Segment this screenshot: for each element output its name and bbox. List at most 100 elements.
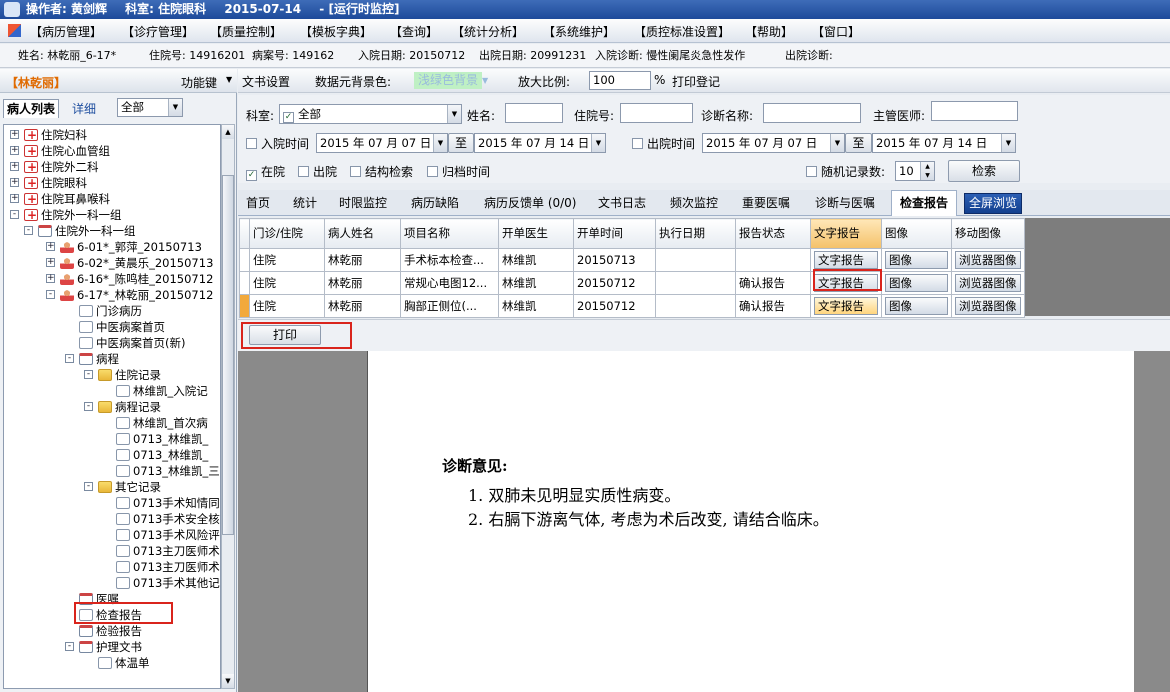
col-report-status[interactable]: 报告状态 — [735, 218, 811, 249]
random-count-check-icon[interactable] — [806, 166, 817, 177]
expand-icon[interactable]: + — [46, 274, 55, 283]
discharged-checkbox[interactable]: 出院 — [298, 163, 337, 180]
menu-window[interactable]: 【窗口】 — [812, 23, 860, 40]
spinner-arrows-icon[interactable]: ▲ ▼ — [920, 162, 934, 180]
table-row[interactable]: 住院 林乾丽 手术标本检查... 林维凯 20150713 文字报告 图像 浏览… — [239, 248, 1025, 272]
expand-icon[interactable]: + — [10, 162, 19, 171]
scope-dropdown-icon[interactable]: ▼ — [168, 99, 182, 116]
browser-image-button[interactable]: 浏览器图像 — [955, 251, 1021, 269]
tab-time-monitor[interactable]: 时限监控 — [339, 194, 387, 211]
expand-icon[interactable]: + — [10, 178, 19, 187]
search-button[interactable]: 检索 — [948, 160, 1020, 182]
table-row[interactable]: 住院 林乾丽 常规心电图12... 林维凯 20150712 确认报告 文字报告… — [239, 271, 1025, 295]
tree-node[interactable]: 住院外二科 — [24, 159, 99, 175]
collapse-icon[interactable]: - — [65, 354, 74, 363]
tree-node[interactable]: 林维凯_入院记 — [116, 383, 208, 399]
scroll-up-icon[interactable]: ▲ — [222, 125, 234, 139]
tree-node[interactable]: 病程 — [79, 351, 119, 367]
menu-system-maintenance[interactable]: 【系统维护】 — [543, 23, 615, 40]
struct-search-check-icon[interactable] — [350, 166, 361, 177]
tree-node[interactable]: 住院眼科 — [24, 175, 87, 191]
tree-node[interactable]: 0713主刀医师术 — [116, 559, 220, 575]
text-report-button[interactable]: 文字报告 — [814, 251, 878, 269]
admit-date-to[interactable]: 2015 年 07 月 14 日 ▼ — [474, 133, 606, 153]
menu-record-management[interactable]: 【病历管理】 — [30, 23, 102, 40]
print-register-button[interactable]: 打印登记 — [672, 73, 720, 90]
tab-frequency-monitor[interactable]: 频次监控 — [670, 194, 718, 211]
image-button[interactable]: 图像 — [885, 297, 948, 315]
tree-node[interactable]: 林维凯_首次病 — [116, 415, 208, 431]
menu-statistics[interactable]: 【统计分析】 — [452, 23, 524, 40]
collapse-icon[interactable]: - — [10, 210, 19, 219]
tree-node[interactable]: 0713_林维凯_ — [116, 431, 208, 447]
tree-node[interactable]: 6-01*_郭萍_20150713 — [60, 239, 202, 255]
col-ordering-doctor[interactable]: 开单医生 — [498, 218, 574, 249]
tree-node[interactable]: 病程记录 — [98, 399, 161, 415]
diagnosis-input[interactable] — [763, 103, 861, 123]
report-viewer[interactable]: 诊断意见: 1. 双肺未见明显实质性病变。 2. 右膈下游离气体, 考虑为术后改… — [238, 351, 1170, 692]
tree-node[interactable]: 检验报告 — [79, 623, 142, 639]
tab-document-log[interactable]: 文书日志 — [598, 194, 646, 211]
discharge-time-check-icon[interactable] — [632, 138, 643, 149]
tree-node[interactable]: 0713主刀医师术 — [116, 543, 220, 559]
col-visit-type[interactable]: 门诊/住院 — [249, 218, 325, 249]
table-row-selected[interactable]: 住院 林乾丽 胸部正侧位(... 林维凯 20150712 确认报告 文字报告 … — [239, 294, 1025, 318]
tab-statistics[interactable]: 统计 — [293, 194, 317, 211]
discharge-date-from[interactable]: 2015 年 07 月 07 日 ▼ — [702, 133, 845, 153]
tree-node[interactable]: 中医病案首页(新) — [79, 335, 185, 351]
menu-qc-standard[interactable]: 【质控标准设置】 — [634, 23, 730, 40]
tree-node[interactable]: 住院记录 — [98, 367, 161, 383]
admit-date-to-dropdown-icon[interactable]: ▼ — [591, 134, 605, 152]
col-order-time[interactable]: 开单时间 — [573, 218, 656, 249]
dept-select[interactable]: ✓ 全部 ▼ — [279, 104, 462, 124]
text-report-button[interactable]: 文字报告 — [814, 297, 878, 315]
expand-icon[interactable]: + — [10, 146, 19, 155]
archive-time-check-icon[interactable] — [427, 166, 438, 177]
dept-checkbox[interactable]: ✓ — [283, 112, 294, 123]
tree-node[interactable]: 中医病案首页 — [79, 319, 165, 335]
browser-image-button[interactable]: 浏览器图像 — [955, 274, 1021, 292]
discharge-date-to-dropdown-icon[interactable]: ▼ — [1001, 134, 1015, 152]
function-key-chevron-icon[interactable]: ▼ — [226, 75, 232, 84]
fullscreen-browse-button[interactable]: 全屏浏览 — [964, 193, 1023, 214]
in-hospital-checkbox[interactable]: ✓ 在院 — [246, 163, 285, 181]
col-mobile-image[interactable]: 移动图像 — [951, 218, 1025, 249]
expand-icon[interactable]: + — [10, 130, 19, 139]
tree-node[interactable]: 0713_林维凯_三 — [116, 463, 220, 479]
doc-settings-button[interactable]: 文书设置 — [242, 73, 290, 90]
struct-search-checkbox[interactable]: 结构检索 — [350, 163, 413, 180]
discharge-date-from-dropdown-icon[interactable]: ▼ — [830, 134, 844, 152]
tree-node[interactable]: 0713手术知情同 — [116, 495, 220, 511]
admit-date-from[interactable]: 2015 年 07 月 07 日 ▼ — [316, 133, 448, 153]
menu-treatment-management[interactable]: 【诊疗管理】 — [122, 23, 194, 40]
in-hospital-check-icon[interactable]: ✓ — [246, 170, 257, 181]
admit-time-checkbox[interactable]: 入院时间 — [246, 135, 309, 152]
tab-diagnosis-orders[interactable]: 诊断与医嘱 — [815, 194, 875, 211]
tab-exam-report[interactable]: 检查报告 — [891, 190, 958, 216]
row-selector[interactable] — [239, 248, 250, 272]
browser-image-button[interactable]: 浏览器图像 — [955, 297, 1021, 315]
tree-node[interactable]: 0713手术其他记 — [116, 575, 220, 591]
random-count-spinner[interactable]: 10 ▲ ▼ — [895, 161, 935, 181]
collapse-icon[interactable]: - — [24, 226, 33, 235]
inpatient-no-input[interactable] — [620, 103, 693, 123]
function-key-button[interactable]: 功能键 — [181, 74, 217, 91]
image-button[interactable]: 图像 — [885, 274, 948, 292]
tree-node[interactable]: 住院妇科 — [24, 127, 87, 143]
expand-icon[interactable]: + — [46, 258, 55, 267]
menu-query[interactable]: 【查询】 — [390, 23, 438, 40]
col-text-report[interactable]: 文字报告 — [810, 218, 882, 249]
zoom-input[interactable]: 100 — [589, 71, 651, 90]
scroll-thumb[interactable] — [222, 175, 234, 535]
tab-record-defects[interactable]: 病历缺陷 — [411, 194, 459, 211]
tree-node[interactable]: 0713手术风险评 — [116, 527, 220, 543]
patient-scope-select[interactable]: 全部 ▼ — [117, 98, 183, 117]
tree-node[interactable]: 体温单 — [98, 655, 150, 671]
tab-important-orders[interactable]: 重要医嘱 — [742, 194, 790, 211]
col-item-name[interactable]: 项目名称 — [400, 218, 499, 249]
col-exec-date[interactable]: 执行日期 — [655, 218, 736, 249]
collapse-icon[interactable]: - — [84, 482, 93, 491]
doctor-input[interactable] — [931, 101, 1018, 121]
collapse-icon[interactable]: - — [84, 402, 93, 411]
random-count-checkbox[interactable]: 随机记录数: — [806, 163, 885, 180]
